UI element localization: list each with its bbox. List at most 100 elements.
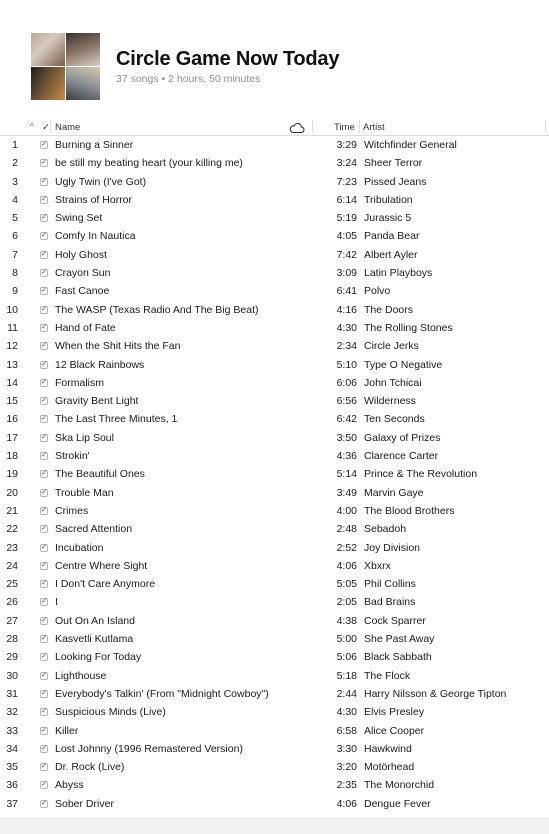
column-header-artist[interactable]: Artist	[363, 122, 385, 133]
playlist-artwork[interactable]	[31, 33, 100, 100]
column-header-name[interactable]: Name	[55, 122, 80, 133]
table-row[interactable]: 18 Strokin' 4:36 Clarence Carter	[0, 447, 549, 465]
song-artist: Pissed Jeans	[364, 175, 427, 188]
table-row[interactable]: 14 Formalism 6:06 John Tchicai	[0, 374, 549, 392]
column-divider[interactable]	[312, 120, 313, 133]
song-checkbox[interactable]	[40, 505, 48, 515]
table-row[interactable]: 16 The Last Three Minutes, 1 6:42 Ten Secon…	[0, 410, 549, 428]
song-checkbox[interactable]	[40, 157, 48, 168]
song-checkbox[interactable]	[40, 249, 48, 259]
song-checkbox[interactable]	[40, 194, 48, 204]
song-checkbox[interactable]	[40, 743, 48, 753]
song-name: be still my beating heart (your killing …	[55, 157, 243, 170]
table-row[interactable]: 10 The WASP (Texas Radio And The Big Beat…	[0, 301, 549, 319]
table-row[interactable]: 5 Swing Set 5:19 Jurassic 5	[0, 209, 549, 227]
song-checkbox[interactable]	[40, 322, 48, 332]
song-checkbox[interactable]	[40, 432, 48, 442]
table-row[interactable]: 29 Looking For Today 5:06 Black Sabbath	[0, 648, 549, 666]
song-checkbox[interactable]	[40, 706, 48, 717]
table-row[interactable]: 27 Out On An Island 4:38 Cock Sparrer	[0, 612, 549, 630]
song-checkbox[interactable]	[40, 688, 48, 698]
table-row[interactable]: 36 Abyss 2:35 The Monorchid	[0, 776, 549, 794]
table-row[interactable]: 28 Kasvetli Kutlama 5:00 She Past Away	[0, 630, 549, 648]
song-checkbox[interactable]	[40, 359, 48, 369]
column-divider[interactable]	[50, 120, 51, 133]
table-row[interactable]: 33 Killer 6:58 Alice Cooper	[0, 722, 549, 740]
table-row[interactable]: 26 I 2:05 Bad Brains	[0, 593, 549, 611]
table-row[interactable]: 32 Suspicious Minds (Live) 4:30 Elvis Presl…	[0, 703, 549, 721]
table-row[interactable]: 11 Hand of Fate 4:30 The Rolling Stones	[0, 319, 549, 337]
song-checkbox[interactable]	[40, 139, 48, 149]
table-row[interactable]: 22 Sacred Attention 2:48 Sebadoh	[0, 520, 549, 538]
song-checkbox[interactable]	[40, 542, 48, 552]
song-time: 4:36	[336, 450, 357, 463]
table-row[interactable]: 21 Crimes 4:00 The Blood Brothers	[0, 502, 549, 520]
table-row[interactable]: 35 Dr. Rock (Live) 3:20 Motörhead	[0, 758, 549, 776]
song-checkbox[interactable]	[40, 578, 48, 589]
table-row[interactable]: 19 The Beautiful Ones 5:14 Prince & The Rev…	[0, 465, 549, 483]
table-row[interactable]: 2 be still my beating heart (your killing…	[0, 154, 549, 172]
sort-ascending-icon[interactable]: ^	[30, 122, 34, 131]
song-name: Strains of Horror	[55, 193, 133, 206]
playlist-title[interactable]: Circle Game Now Today	[116, 48, 339, 71]
track-number: 25	[6, 578, 18, 591]
table-row[interactable]: 20 Trouble Man 3:49 Marvin Gaye	[0, 484, 549, 502]
table-row[interactable]: 37 Sober Driver 4:06 Dengue Fever	[0, 795, 549, 813]
track-number: 15	[6, 395, 18, 408]
song-checkbox[interactable]	[40, 395, 48, 406]
song-checkbox[interactable]	[40, 212, 48, 223]
song-checkbox[interactable]	[40, 230, 48, 241]
table-row[interactable]: 7 Holy Ghost 7:42 Albert Ayler	[0, 246, 549, 264]
table-row[interactable]: 1 Burning a Sinner 3:29 Witchfinder General	[0, 136, 549, 154]
column-header-time[interactable]: Time	[334, 122, 355, 133]
column-divider[interactable]	[545, 120, 546, 133]
song-artist: The Rolling Stones	[364, 321, 453, 334]
song-checkbox[interactable]	[40, 450, 48, 461]
column-header-check[interactable]: ✓	[42, 122, 50, 133]
song-checkbox[interactable]	[40, 267, 48, 278]
song-checkbox[interactable]	[40, 725, 48, 735]
song-checkbox[interactable]	[40, 176, 48, 186]
song-time: 3:49	[336, 486, 357, 499]
song-checkbox[interactable]	[40, 633, 48, 644]
song-artist: Dengue Fever	[364, 797, 431, 810]
table-row[interactable]: 15 Gravity Bent Light 6:56 Wilderness	[0, 392, 549, 410]
song-checkbox[interactable]	[40, 413, 48, 424]
song-checkbox[interactable]	[40, 779, 48, 790]
song-checkbox[interactable]	[40, 670, 48, 680]
song-checkbox[interactable]	[40, 304, 48, 314]
song-checkbox[interactable]	[40, 798, 48, 808]
track-number: 19	[6, 468, 18, 481]
song-checkbox[interactable]	[40, 651, 48, 662]
song-checkbox[interactable]	[40, 596, 48, 607]
song-checkbox[interactable]	[40, 468, 48, 479]
song-checkbox[interactable]	[40, 377, 48, 387]
song-artist: Xbxrx	[364, 559, 391, 572]
cloud-icon[interactable]	[289, 122, 305, 134]
song-checkbox[interactable]	[40, 560, 48, 570]
song-name: Fast Canoe	[55, 285, 110, 298]
song-checkbox[interactable]	[40, 761, 48, 772]
song-checkbox[interactable]	[40, 615, 48, 625]
song-artist: Wilderness	[364, 395, 416, 408]
table-row[interactable]: 31 Everybody's Talkin' (From "Midnight Co…	[0, 685, 549, 703]
song-checkbox[interactable]	[40, 487, 48, 497]
song-checkbox[interactable]	[40, 340, 48, 351]
table-row[interactable]: 34 Lost Johnny (1996 Remastered Version) 3…	[0, 740, 549, 758]
table-row[interactable]: 12 When the Shit Hits the Fan 2:34 Circle J…	[0, 337, 549, 355]
table-row[interactable]: 25 I Don't Care Anymore 5:05 Phil Collins	[0, 575, 549, 593]
track-number: 2	[12, 157, 18, 170]
table-row[interactable]: 13 12 Black Rainbows 5:10 Type O Negative	[0, 356, 549, 374]
table-row[interactable]: 23 Incubation 2:52 Joy Division	[0, 539, 549, 557]
table-row[interactable]: 6 Comfy In Nautica 4:05 Panda Bear	[0, 227, 549, 245]
table-row[interactable]: 8 Crayon Sun 3:09 Latin Playboys	[0, 264, 549, 282]
table-row[interactable]: 4 Strains of Horror 6:14 Tribulation	[0, 191, 549, 209]
table-row[interactable]: 17 Ska Lip Soul 3:50 Galaxy of Prizes	[0, 429, 549, 447]
table-row[interactable]: 3 Ugly Twin (I've Got) 7:23 Pissed Jeans	[0, 173, 549, 191]
table-row[interactable]: 24 Centre Where Sight 4:06 Xbxrx	[0, 557, 549, 575]
table-row[interactable]: 30 Lighthouse 5:18 The Flock	[0, 667, 549, 685]
table-row[interactable]: 9 Fast Canoe 6:41 Polvo	[0, 282, 549, 300]
song-checkbox[interactable]	[40, 523, 48, 534]
song-checkbox[interactable]	[40, 285, 48, 296]
column-divider[interactable]	[359, 120, 360, 133]
